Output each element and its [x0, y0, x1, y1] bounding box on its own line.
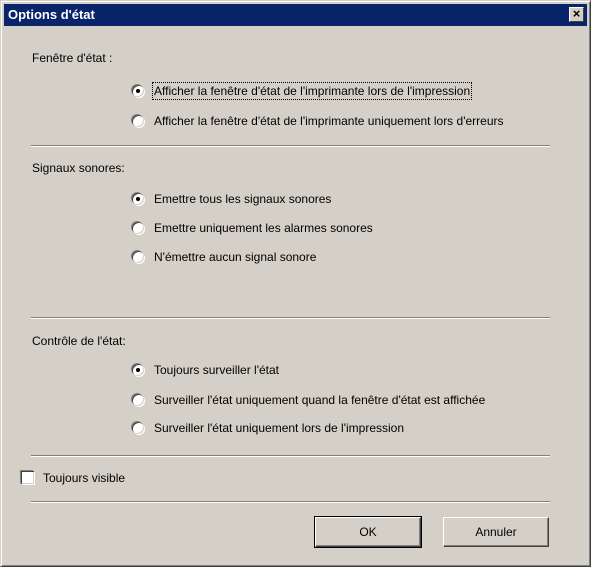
radio-button[interactable]: [132, 115, 144, 127]
option-label: Toujours surveiller l'état: [154, 363, 280, 377]
radio-button[interactable]: [132, 85, 144, 97]
ok-button[interactable]: OK: [314, 516, 422, 548]
radio-button[interactable]: [132, 394, 144, 406]
separator: [31, 145, 550, 147]
cancel-button[interactable]: Annuler: [443, 517, 549, 547]
radio-button[interactable]: [132, 422, 144, 434]
option-label: Surveiller l'état uniquement quand la fe…: [154, 393, 486, 407]
radio-button[interactable]: [132, 251, 144, 263]
status-control-label: Contrôle de l'état:: [32, 334, 126, 348]
separator: [31, 501, 550, 503]
status-options-dialog: Options d'état × Fenêtre d'état : Affich…: [0, 0, 591, 567]
separator: [31, 455, 550, 457]
status-window-label: Fenêtre d'état :: [32, 51, 113, 65]
always-visible-label: Toujours visible: [43, 471, 126, 485]
radio-button[interactable]: [132, 364, 144, 376]
radio-button[interactable]: [132, 222, 144, 234]
option-label: Afficher la fenêtre d'état de l'impriman…: [154, 114, 504, 128]
always-visible-checkbox[interactable]: [21, 471, 34, 484]
separator: [31, 317, 550, 319]
option-label: N'émettre aucun signal sonore: [154, 250, 317, 264]
dialog-body: Fenêtre d'état : Afficher la fenêtre d'é…: [1, 1, 590, 566]
option-label: Afficher la fenêtre d'état de l'impriman…: [151, 82, 473, 100]
sound-signals-label: Signaux sonores:: [32, 161, 125, 175]
option-label: Surveiller l'état uniquement lors de l'i…: [154, 421, 405, 435]
radio-button[interactable]: [132, 193, 144, 205]
option-label: Emettre uniquement les alarmes sonores: [154, 221, 373, 235]
option-label: Emettre tous les signaux sonores: [154, 192, 332, 206]
